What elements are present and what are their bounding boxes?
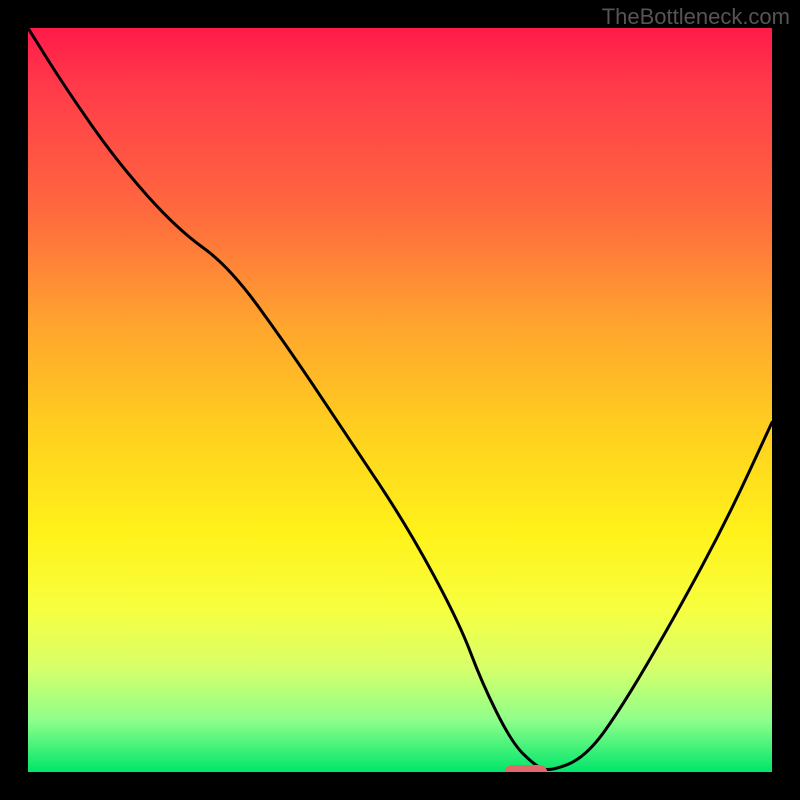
plot-area bbox=[28, 28, 772, 772]
chart-container: TheBottleneck.com bbox=[0, 0, 800, 800]
optimal-marker bbox=[505, 765, 547, 772]
watermark-text: TheBottleneck.com bbox=[602, 4, 790, 30]
bottleneck-curve bbox=[28, 28, 772, 770]
curve-svg bbox=[28, 28, 772, 772]
